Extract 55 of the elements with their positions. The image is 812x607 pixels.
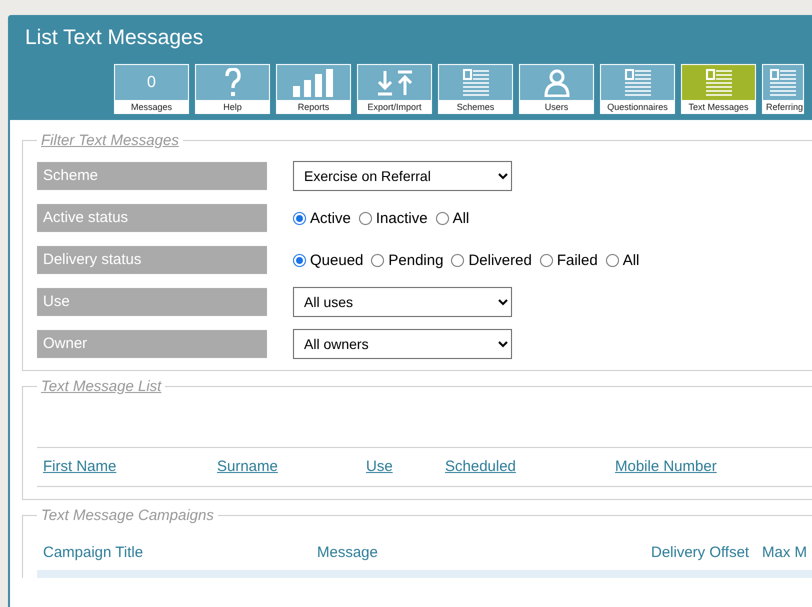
radio-label: Active	[310, 210, 351, 226]
field-label: Scheme	[37, 162, 267, 190]
radio-label: Delivered	[468, 252, 532, 268]
toolbar-button[interactable]: Help	[195, 64, 270, 114]
radio-button[interactable]	[293, 254, 306, 266]
dropdown-field[interactable]: All uses	[293, 287, 512, 317]
column-header[interactable]: Use	[366, 458, 393, 475]
column-header: Message	[317, 544, 378, 561]
toolbar-button[interactable]: Questionnaires	[600, 64, 675, 114]
toolbar-button[interactable]: Text Messages	[681, 64, 756, 114]
dropdown-field[interactable]: All owners	[293, 329, 512, 359]
radio-button[interactable]	[293, 212, 306, 224]
toolbar-button[interactable]: Export/Import	[357, 64, 432, 114]
radio-label: All	[452, 210, 470, 226]
toolbar-button[interactable]: Schemes	[438, 64, 513, 114]
radio-button[interactable]	[358, 212, 372, 224]
toolbar-button[interactable]: 0 Messages	[114, 64, 189, 114]
field-label: Owner	[37, 330, 267, 358]
field-label: Delivery status	[37, 246, 267, 274]
radio-button[interactable]	[540, 254, 553, 266]
column-header[interactable]: Mobile Number	[615, 458, 717, 475]
user-icon	[544, 68, 570, 96]
message-count: 0	[147, 74, 156, 92]
dropdown-field[interactable]: Exercise on Referral	[293, 161, 512, 191]
radio-button[interactable]	[606, 254, 619, 266]
radio-button[interactable]	[371, 254, 384, 266]
field-label: Active status	[37, 204, 267, 232]
toolbar-button[interactable]: Referring	[762, 64, 804, 114]
toolbar-button[interactable]: Users	[519, 64, 594, 114]
section-legend: Filter Text Messages	[37, 132, 183, 149]
document-icon	[624, 68, 650, 96]
column-header: Campaign Title	[43, 544, 144, 561]
section-legend: Text Message List	[37, 378, 166, 395]
column-header: Delivery Offset	[651, 544, 750, 561]
download-upload-icon	[376, 70, 414, 96]
document-icon	[462, 68, 488, 96]
document-icon	[706, 68, 732, 96]
section-legend: Text Message Campaigns	[37, 507, 218, 524]
radio-label: All	[622, 252, 640, 268]
column-header: Max M	[762, 544, 807, 561]
radio-label: Pending	[388, 252, 444, 268]
radio-button[interactable]	[436, 212, 449, 224]
radio-label: Failed	[556, 252, 598, 268]
radio-label: Inactive	[376, 210, 428, 226]
bar-chart-icon	[292, 68, 336, 96]
column-header[interactable]: Scheduled	[445, 458, 516, 475]
radio-button[interactable]	[451, 254, 464, 266]
question-mark-icon	[224, 68, 240, 98]
column-header[interactable]: First Name	[43, 458, 116, 475]
window-title: List Text Messages	[24, 25, 204, 51]
toolbar-button[interactable]: Reports	[276, 64, 351, 114]
field-label: Use	[37, 288, 267, 316]
document-icon	[770, 68, 796, 96]
radio-label: Queued	[310, 252, 364, 268]
column-header[interactable]: Surname	[217, 458, 278, 475]
